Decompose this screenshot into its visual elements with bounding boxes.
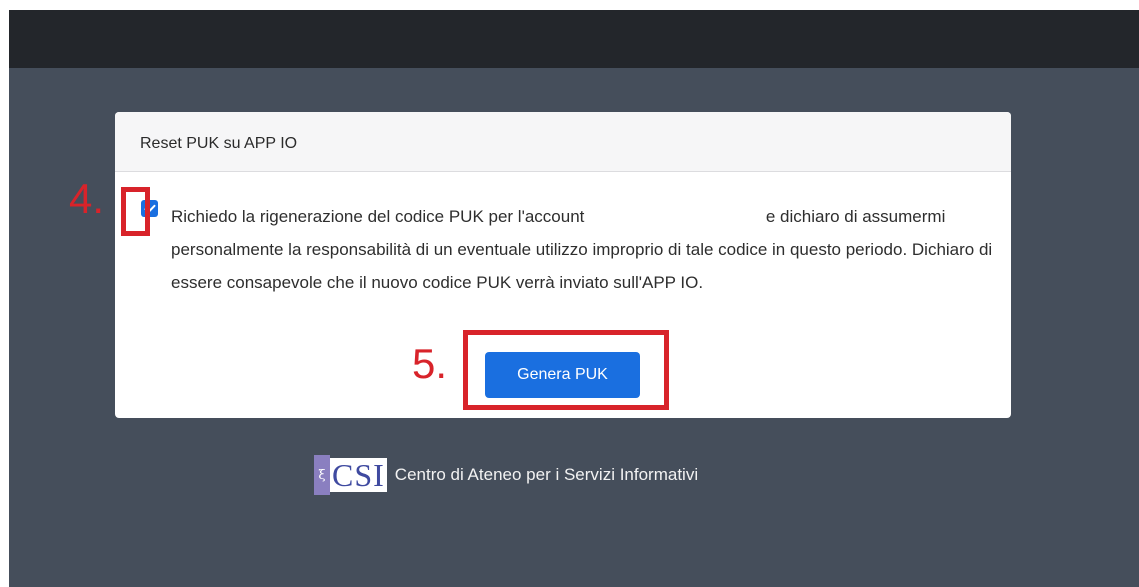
redacted-account — [589, 207, 762, 228]
csi-logo-text: CSI — [330, 457, 387, 493]
card-title: Reset PUK su APP IO — [140, 135, 298, 152]
step5-label: 5. — [412, 340, 448, 387]
consent-text-part1: Richiedo la rigenerazione del codice PUK… — [171, 207, 585, 226]
step4-highlight-box — [121, 187, 150, 236]
csi-logo: ξ CSI — [314, 455, 387, 495]
footer: ξ CSI Centro di Ateneo per i Servizi Inf… — [314, 455, 698, 495]
consent-text: Richiedo la rigenerazione del codice PUK… — [171, 200, 999, 299]
step4-label: 4. — [69, 175, 105, 222]
footer-label: Centro di Ateneo per i Servizi Informati… — [394, 465, 699, 484]
top-bar — [9, 10, 1139, 68]
app-screen: Reset PUK su APP IO Richiedo la rigenera… — [9, 10, 1139, 587]
card-header: Reset PUK su APP IO — [115, 112, 1011, 172]
csi-logo-mark: ξ — [314, 455, 330, 495]
step5-highlight-box — [463, 330, 669, 410]
